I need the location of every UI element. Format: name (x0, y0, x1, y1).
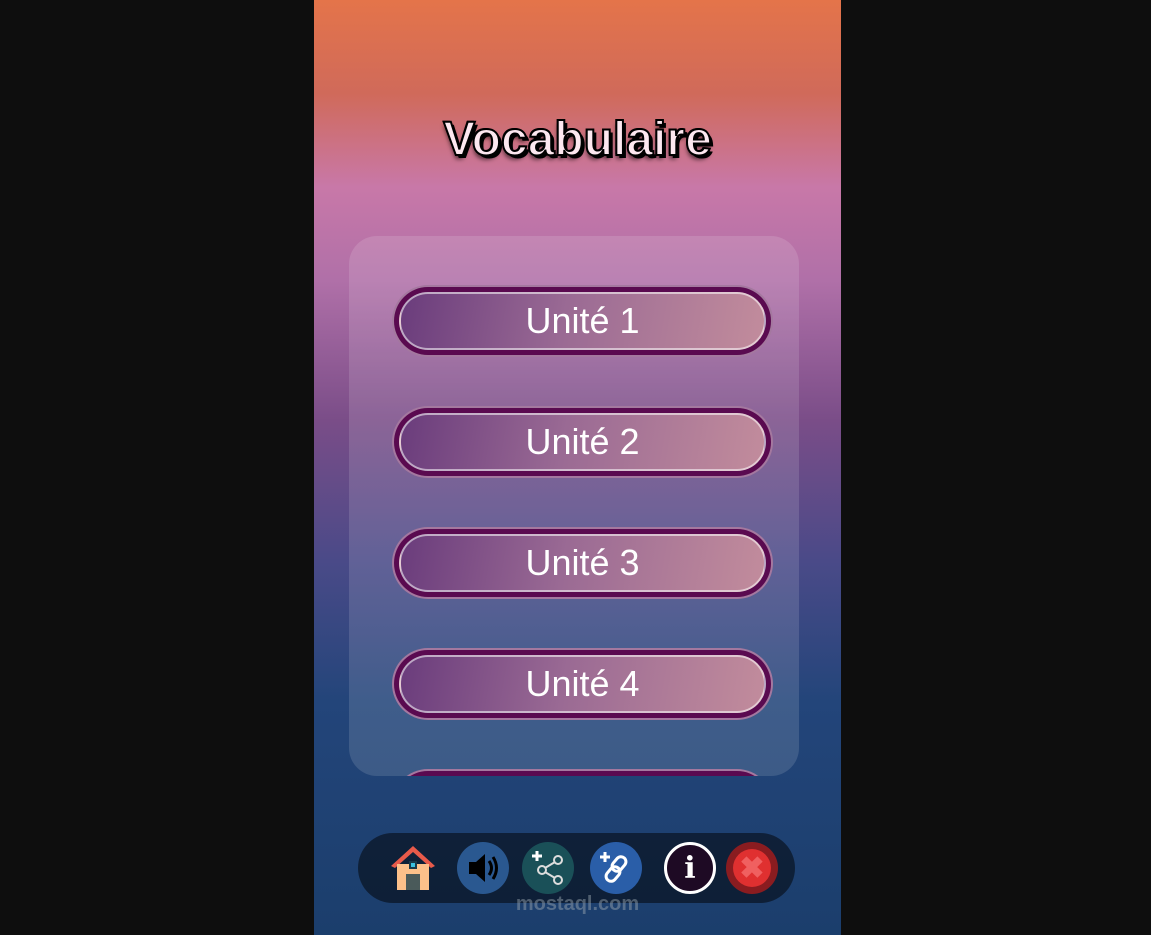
unit-label: Unité 3 (399, 534, 766, 592)
units-panel[interactable]: Unité 1 Unité 2 Unité 3 Unité 4 (349, 236, 799, 776)
speaker-icon[interactable] (457, 842, 509, 894)
close-icon[interactable]: ✖ (726, 842, 778, 894)
page-title: Vocabulaire (442, 112, 713, 167)
share-icon[interactable] (522, 842, 574, 894)
watermark: mostaql.com (515, 893, 640, 915)
unit-label: Unité 2 (399, 413, 766, 471)
unit-5-button[interactable] (392, 769, 773, 776)
close-x: ✖ (733, 849, 771, 887)
unit-3-button[interactable]: Unité 3 (392, 527, 773, 599)
info-glyph: i (684, 850, 696, 886)
unit-1-button[interactable]: Unité 1 (392, 285, 773, 357)
link-icon[interactable] (590, 842, 642, 894)
info-icon[interactable]: i (664, 842, 716, 894)
home-icon[interactable] (387, 842, 439, 894)
unit-label: Unité 1 (399, 292, 766, 350)
unit-label: Unité 4 (399, 655, 766, 713)
app-screen: Vocabulaire Unité 1 Unité 2 Unité 3 Unit… (314, 0, 841, 935)
unit-2-button[interactable]: Unité 2 (392, 406, 773, 478)
unit-4-button[interactable]: Unité 4 (392, 648, 773, 720)
